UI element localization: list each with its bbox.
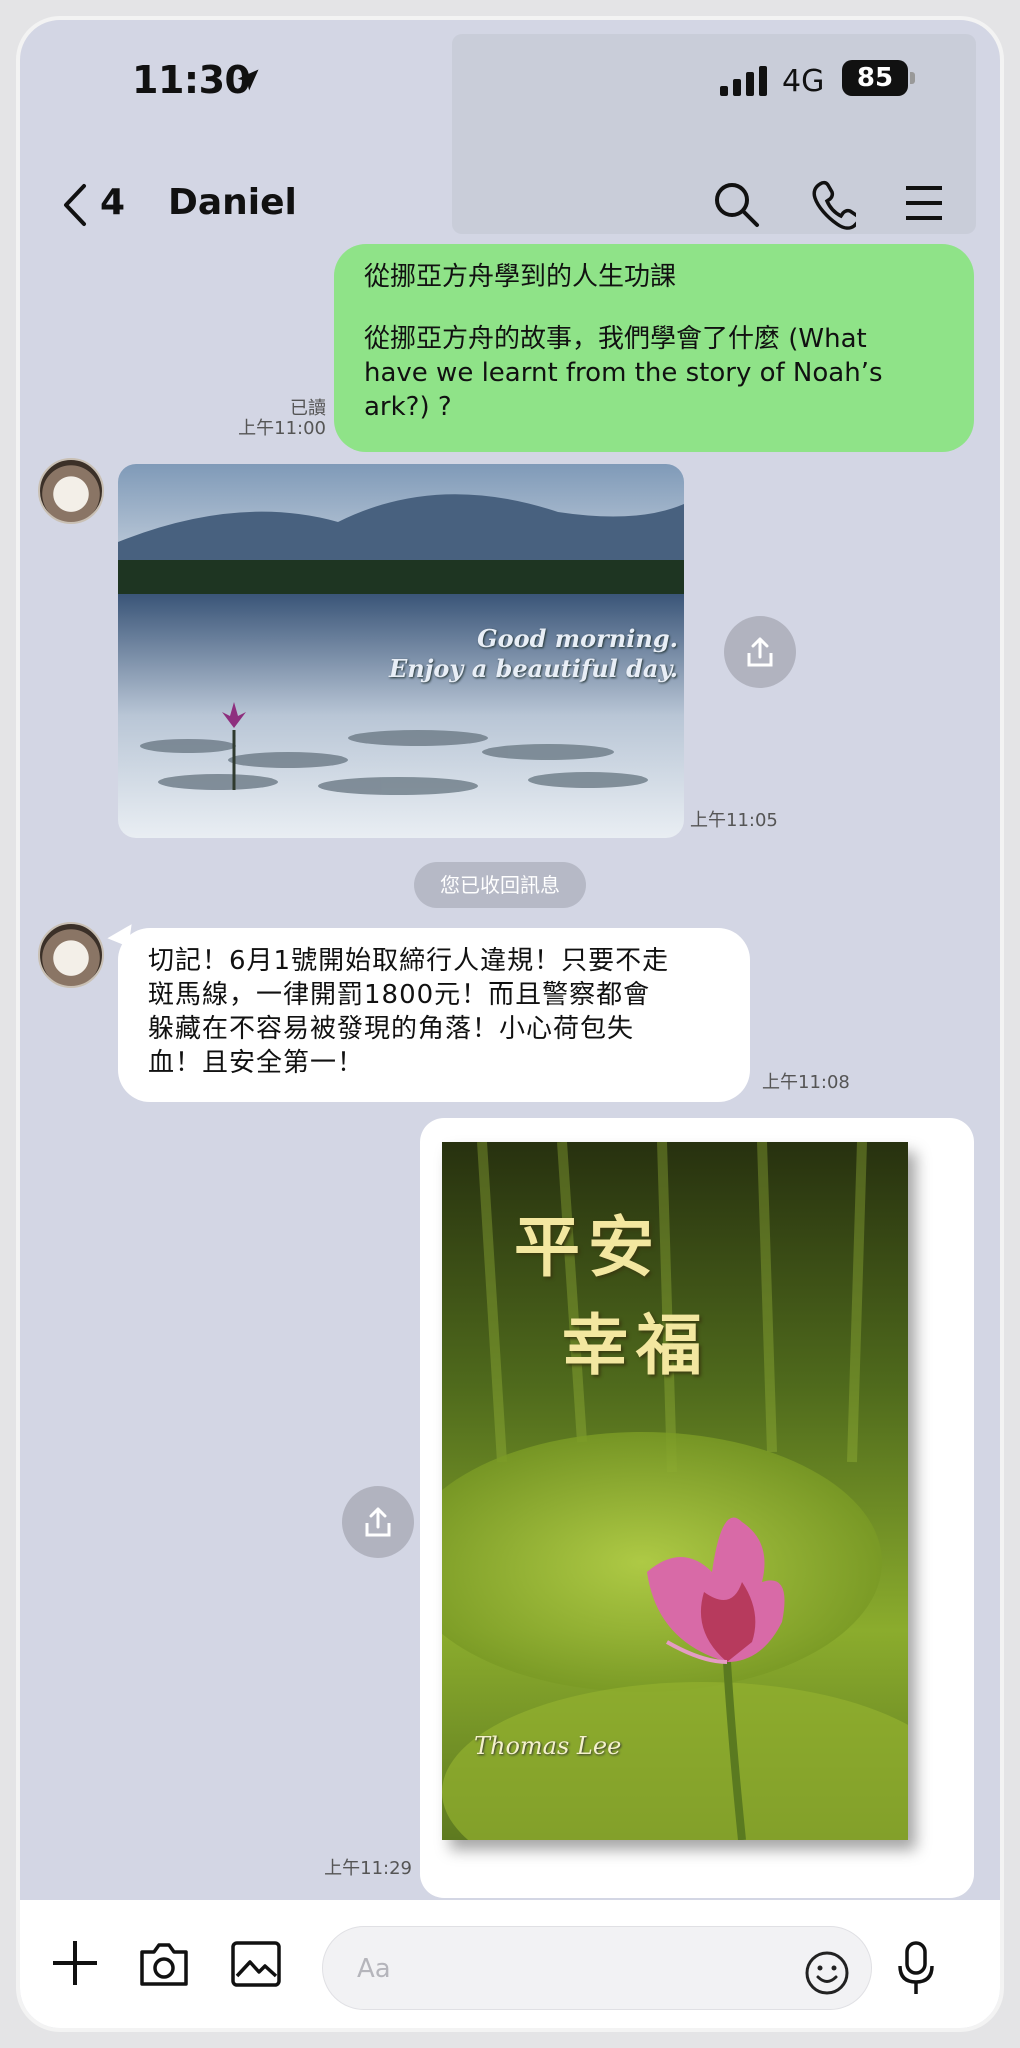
message-text-line: ark?) ? (364, 392, 452, 422)
received-image-lotus-lake[interactable]: Good morning. Enjoy a beautiful day. (118, 464, 684, 838)
image-signature: Thomas Lee (474, 1732, 622, 1760)
read-receipt: 已讀 (290, 398, 326, 419)
hamburger-menu-icon[interactable] (904, 180, 944, 226)
share-button[interactable] (342, 1486, 414, 1558)
composer-bar: Aa (20, 1900, 1000, 2028)
message-text-line: have we learnt from the story of Noah’s (364, 358, 883, 388)
camera-icon[interactable] (138, 1940, 190, 1988)
image-text-happiness: 幸福 (562, 1306, 710, 1384)
unsent-message-notice: 您已收回訊息 (414, 862, 586, 908)
sent-image-lotus[interactable]: 平安 幸福 Thomas Lee (442, 1142, 908, 1840)
location-arrow-icon (237, 69, 259, 91)
phone-icon[interactable] (810, 180, 856, 230)
image-text-peace: 平安 (514, 1208, 662, 1286)
microphone-icon[interactable] (896, 1940, 936, 1998)
chat-header: 4 Daniel (20, 160, 1000, 250)
share-button[interactable] (724, 616, 796, 688)
image-icon[interactable] (230, 1940, 282, 1988)
message-text-line: 從挪亞方舟學到的人生功課 (364, 262, 677, 292)
image-caption: Good morning. (477, 624, 678, 653)
battery-cap (910, 72, 915, 84)
phone-screen: 11:30 4G 85 4 Daniel 已讀 上午11:00 從挪亞方舟學到的… (16, 16, 1004, 2032)
contact-avatar[interactable] (38, 922, 104, 988)
status-time: 11:30 (132, 58, 251, 102)
emoji-icon[interactable] (804, 1950, 850, 1996)
signal-bars-icon (720, 66, 767, 96)
chat-title: Daniel (168, 182, 297, 223)
unread-count[interactable]: 4 (100, 182, 125, 223)
share-icon (365, 1507, 391, 1537)
message-time: 上午11:08 (762, 1072, 850, 1093)
message-time: 上午11:00 (238, 418, 326, 439)
chevron-left-icon[interactable] (60, 182, 90, 228)
contact-avatar[interactable] (38, 458, 104, 524)
message-text-line: 躲藏在不容易被發現的角落！小心荷包失 (148, 1014, 635, 1044)
message-time: 上午11:29 (324, 1858, 412, 1879)
image-caption: Enjoy a beautiful day. (388, 654, 678, 683)
message-text-line: 從挪亞方舟的故事，我們學會了什麼 (What (364, 324, 867, 354)
message-text-line: 斑馬線，一律開罰1800元！而且警察都會 (148, 980, 651, 1010)
message-input[interactable]: Aa (322, 1926, 872, 2010)
status-bar: 11:30 4G 85 (20, 20, 1000, 140)
share-icon (747, 637, 773, 667)
plus-icon[interactable] (50, 1938, 100, 1988)
received-message-bubble[interactable]: 切記！6月1號開始取締行人違規！只要不走 斑馬線，一律開罰1800元！而且警察都… (118, 928, 750, 1102)
network-type: 4G (782, 64, 825, 99)
message-time: 上午11:05 (690, 810, 778, 831)
sent-message-bubble[interactable]: 從挪亞方舟學到的人生功課 從挪亞方舟的故事，我們學會了什麼 (What have… (334, 244, 974, 452)
message-text-line: 血！且安全第一！ (148, 1048, 365, 1078)
battery-level: 85 (842, 60, 908, 96)
message-text-line: 切記！6月1號開始取締行人違規！只要不走 (148, 946, 670, 976)
search-icon[interactable] (712, 180, 762, 230)
